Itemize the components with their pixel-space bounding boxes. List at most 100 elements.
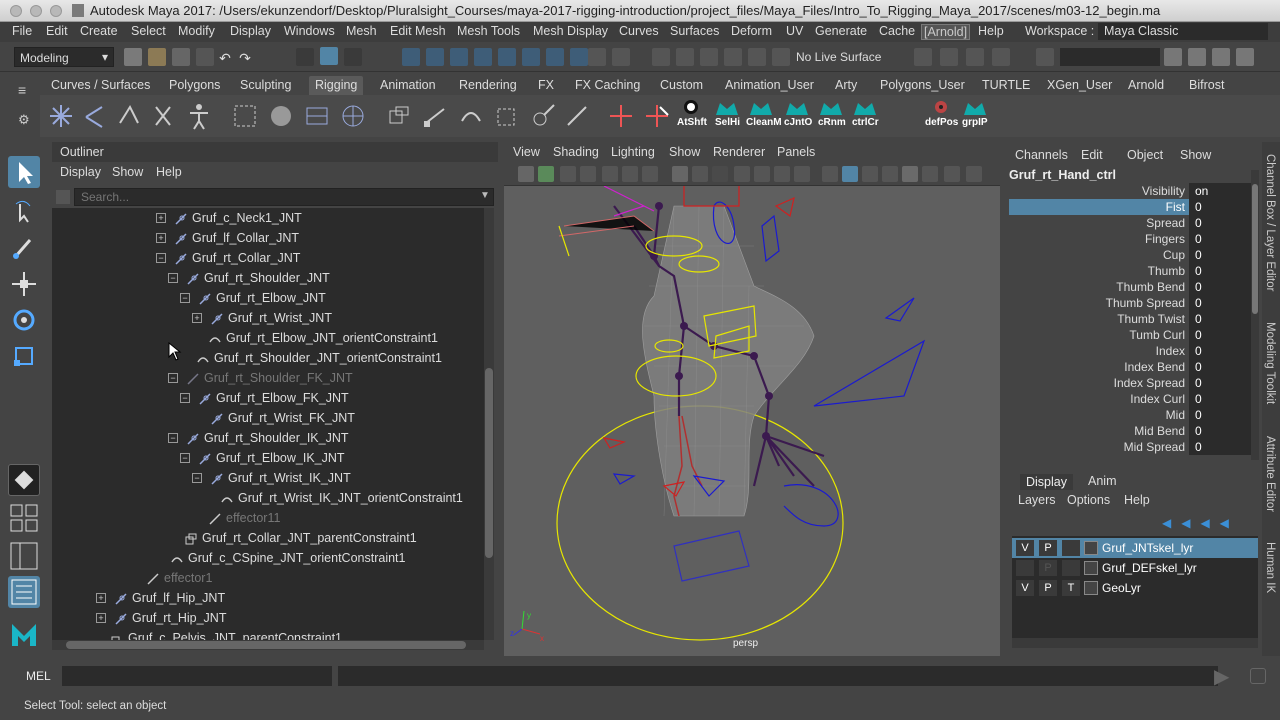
command-input[interactable] [62, 666, 332, 686]
outliner-item[interactable]: effector1 [146, 568, 212, 588]
collapse-icon[interactable]: − [168, 433, 178, 443]
outliner-item[interactable]: Gruf_c_CSpine_JNT_orientConstraint1 [170, 548, 405, 568]
attr-thumb-spread[interactable]: Thumb Spread 0 [1009, 295, 1253, 311]
layer-color-swatch[interactable] [1084, 581, 1098, 595]
outliner-item[interactable]: Gruf_rt_Wrist_FK_JNT [210, 408, 355, 428]
xray-icon[interactable] [902, 166, 918, 182]
film-gate-icon[interactable] [692, 166, 708, 182]
humanik-icon[interactable] [184, 101, 214, 131]
layer-type-toggle[interactable] [1062, 560, 1080, 576]
bind-skin-icon[interactable] [230, 101, 260, 131]
outliner-item[interactable]: Gruf_rt_Collar_JNT_parentConstraint1 [184, 528, 417, 548]
new-scene-icon[interactable] [124, 48, 142, 66]
search-options-icon[interactable] [56, 190, 70, 204]
live-surface-label[interactable]: No Live Surface [796, 50, 881, 64]
selected-object-name[interactable]: Gruf_rt_Hand_ctrl [1009, 168, 1116, 182]
tab-modeling-toolkit[interactable]: Modeling Toolkit [1264, 322, 1276, 404]
collapse-icon[interactable]: − [192, 473, 202, 483]
four-view-layout-button[interactable] [8, 502, 40, 534]
attr-mid-spread[interactable]: Mid Spread 0 [1009, 439, 1253, 455]
scrollbar-thumb[interactable] [1252, 184, 1258, 314]
menu-cache[interactable]: Cache [879, 24, 915, 38]
shelf-button-label[interactable]: cJntO [784, 117, 812, 128]
outliner-item[interactable]: + Gruf_rt_Hip_JNT [96, 608, 226, 628]
rotate-tool-button[interactable] [8, 304, 40, 336]
attr-index-bend[interactable]: Index Bend 0 [1009, 359, 1253, 375]
tab-curves-surfaces[interactable]: Curves / Surfaces [51, 78, 150, 92]
snap-vertex-icon[interactable] [522, 48, 540, 66]
bookmark-icon[interactable] [560, 166, 576, 182]
menu-surfaces[interactable]: Surfaces [670, 24, 719, 38]
layers-menu-help[interactable]: Help [1124, 493, 1150, 507]
outliner-item[interactable]: + Gruf_lf_Hip_JNT [96, 588, 225, 608]
tool-settings-icon[interactable] [1212, 48, 1230, 66]
ipr-render-icon[interactable] [940, 48, 958, 66]
isolate-select-icon[interactable] [794, 166, 810, 182]
tab-animation[interactable]: Animation [380, 78, 436, 92]
outliner-item[interactable]: − Gruf_rt_Shoulder_IK_JNT [168, 428, 349, 448]
attr-thumb-twist[interactable]: Thumb Twist 0 [1009, 311, 1253, 327]
outliner-item[interactable]: Gruf_rt_Shoulder_JNT_orientConstraint1 [196, 348, 442, 368]
scale-tool-button[interactable] [8, 340, 40, 372]
render-icon[interactable] [914, 48, 932, 66]
collapse-icon[interactable]: − [180, 393, 190, 403]
layer-playback-toggle[interactable]: P [1039, 540, 1057, 556]
scale-constraint-icon[interactable] [492, 101, 522, 131]
select-hierarchy-icon[interactable] [296, 48, 314, 66]
shelf-button-label[interactable]: AtShft [677, 117, 707, 128]
outliner-item[interactable]: Gruf_c_Pelvis_JNT_parentConstraint1 [110, 628, 342, 640]
outliner-menu-show[interactable]: Show [112, 165, 143, 179]
menu-edit-mesh[interactable]: Edit Mesh [390, 24, 446, 38]
outliner-item[interactable]: − Gruf_rt_Collar_JNT [156, 248, 300, 268]
menu-deform[interactable]: Deform [731, 24, 772, 38]
use-lights-icon[interactable] [922, 166, 938, 182]
outliner-item[interactable]: effector11 [208, 508, 280, 528]
lock-icon[interactable] [588, 48, 606, 66]
maximize-window-button[interactable] [50, 5, 62, 17]
viewport-menu-show[interactable]: Show [669, 145, 700, 159]
viewport-menu-renderer[interactable]: Renderer [713, 145, 765, 159]
menu-help[interactable]: Help [978, 24, 1004, 38]
expand-icon[interactable]: + [156, 213, 166, 223]
open-scene-icon[interactable] [148, 48, 166, 66]
tab-channel-box-layer-editor[interactable]: Channel Box / Layer Editor [1264, 154, 1276, 291]
layer-color-swatch[interactable] [1084, 541, 1098, 555]
chevron-down-icon[interactable]: ▼ [480, 190, 490, 201]
layer-visibility-toggle[interactable]: V [1016, 540, 1034, 556]
window-controls[interactable] [10, 5, 62, 17]
paint-select-tool-button[interactable] [8, 232, 40, 264]
search-input[interactable] [74, 188, 494, 206]
menu-arnold[interactable]: [Arnold] [921, 24, 971, 40]
textured-icon[interactable] [882, 166, 898, 182]
mel-label[interactable]: MEL [26, 669, 51, 683]
aim-constraint-icon[interactable] [528, 101, 558, 131]
outliner-item[interactable]: − Gruf_rt_Elbow_IK_JNT [180, 448, 345, 468]
add-influence-icon[interactable] [642, 101, 672, 131]
outliner-vertical-scrollbar[interactable] [484, 208, 494, 640]
menu-uv[interactable]: UV [786, 24, 803, 38]
attr-tumb-curl[interactable]: Tumb Curl 0 [1009, 327, 1253, 343]
outliner-item[interactable]: + Gruf_rt_Wrist_JNT [192, 308, 332, 328]
outliner-item[interactable]: − Gruf_rt_Elbow_JNT [180, 288, 326, 308]
attr-mid[interactable]: Mid 0 [1009, 407, 1253, 423]
save-scene-icon[interactable] [172, 48, 190, 66]
menu-mesh-tools[interactable]: Mesh Tools [457, 24, 520, 38]
symmetry-icon[interactable] [748, 48, 766, 66]
shelf-button-label[interactable]: grpIP [962, 117, 988, 128]
select-object-icon[interactable] [320, 47, 338, 65]
create-joint-icon[interactable] [46, 101, 76, 131]
shelf-button-label[interactable]: cRnm [818, 117, 846, 128]
workspace-dropdown[interactable]: Maya Classic [1098, 23, 1268, 40]
menu-select[interactable]: Select [131, 24, 166, 38]
shelf-button-label[interactable]: SelHi [715, 117, 740, 128]
layer-type-toggle[interactable]: T [1062, 580, 1080, 596]
outliner-item[interactable]: − Gruf_rt_Wrist_IK_JNT [192, 468, 351, 488]
tab-xgen-user[interactable]: XGen_User [1047, 78, 1112, 92]
pole-vector-icon[interactable] [562, 101, 592, 131]
collapse-icon[interactable]: − [180, 453, 190, 463]
outliner-item[interactable]: − Gruf_rt_Shoulder_FK_JNT [168, 368, 353, 388]
menu-display[interactable]: Display [230, 24, 271, 38]
lattice-icon[interactable] [302, 101, 332, 131]
safe-action-icon[interactable] [642, 166, 658, 182]
shelf-button-label[interactable]: ctrlCr [852, 117, 879, 128]
